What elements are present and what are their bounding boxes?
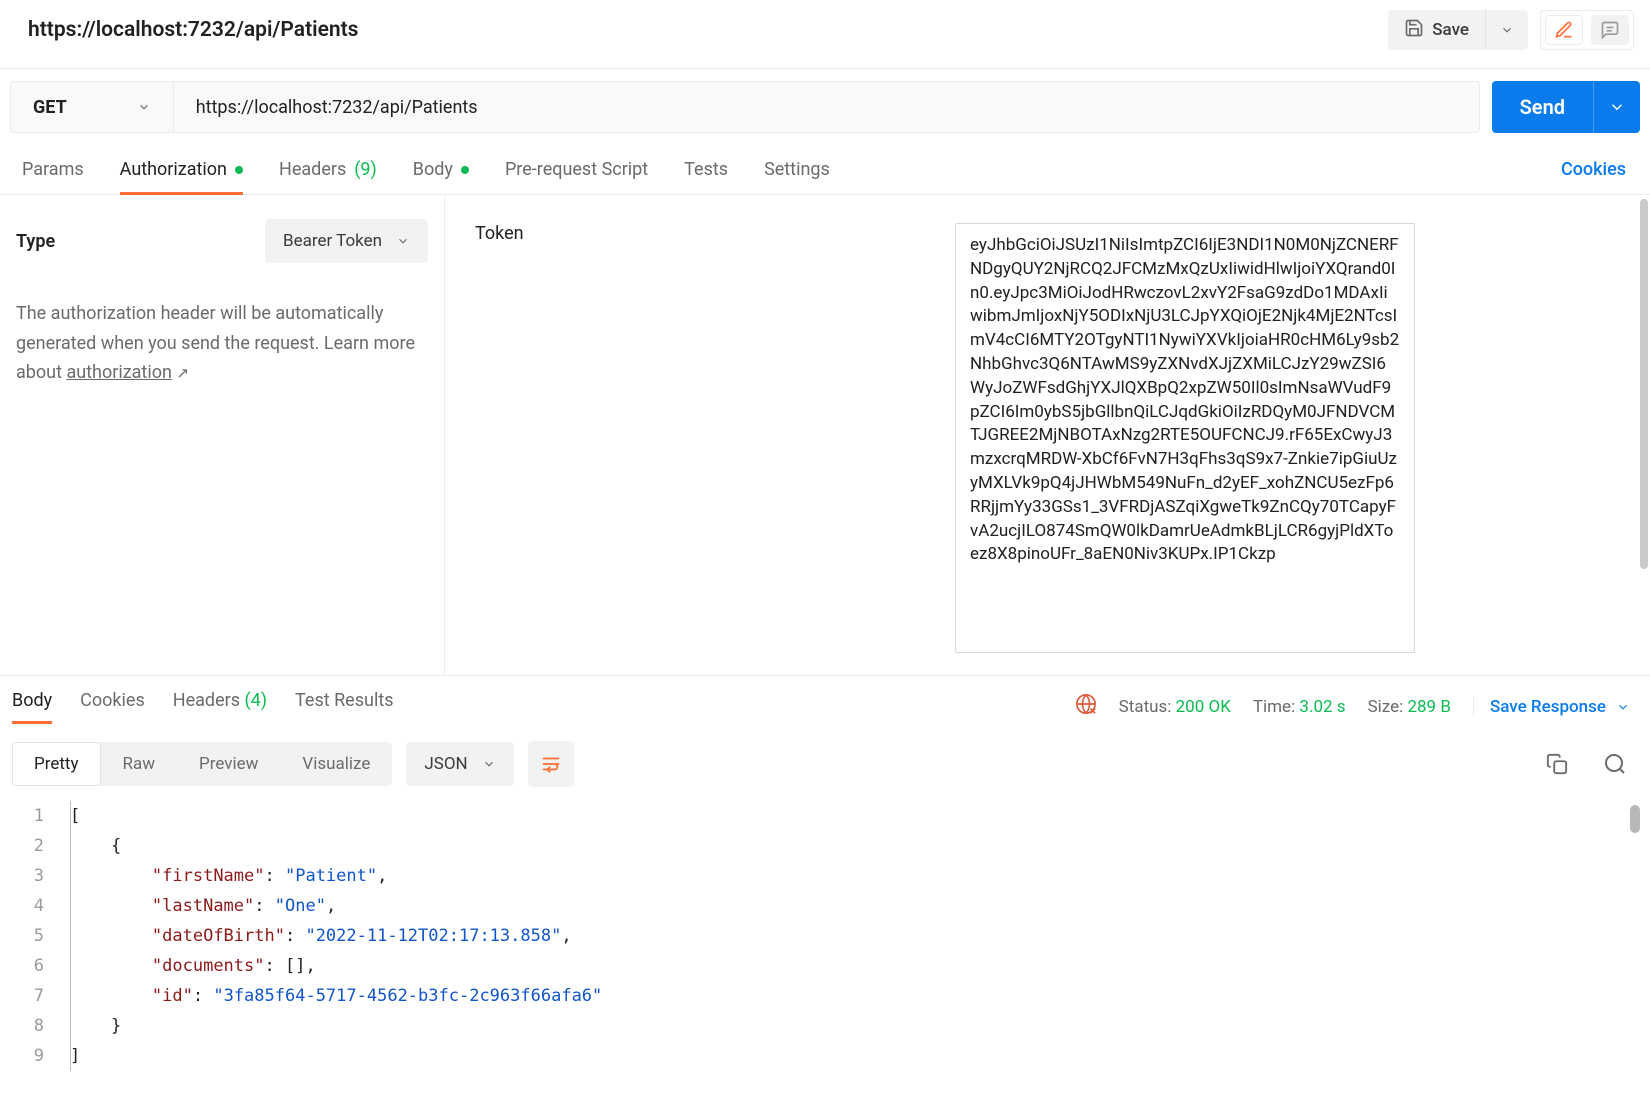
save-response-label: Save Response bbox=[1490, 697, 1606, 717]
cursor-caret bbox=[70, 801, 71, 1071]
tab-headers[interactable]: Headers (9) bbox=[279, 145, 377, 194]
send-options-chevron[interactable] bbox=[1593, 81, 1640, 133]
code-l6-key: "documents" bbox=[152, 956, 265, 976]
status-meta: Status: 200 OK bbox=[1119, 697, 1231, 717]
modified-dot-icon bbox=[235, 166, 243, 174]
headers-count: (9) bbox=[354, 159, 377, 180]
response-format-value: JSON bbox=[424, 754, 467, 774]
code-l9: ] bbox=[70, 1046, 80, 1066]
auth-help-link[interactable]: authorization bbox=[66, 362, 171, 383]
request-tabs: Params Authorization Headers (9) Body Pr… bbox=[22, 145, 830, 194]
view-raw[interactable]: Raw bbox=[101, 742, 178, 786]
resp-tab-headers-label: Headers bbox=[173, 690, 240, 711]
tab-body[interactable]: Body bbox=[413, 145, 469, 194]
code-l3-val: "Patient" bbox=[285, 866, 377, 886]
code-l5-val: "2022-11-12T02:17:13.858" bbox=[305, 926, 561, 946]
response-body-code[interactable]: 123456789 [ { "firstName": "Patient", "l… bbox=[0, 797, 1650, 1071]
resp-tab-cookies[interactable]: Cookies bbox=[80, 690, 145, 723]
tab-prerequest[interactable]: Pre-request Script bbox=[505, 145, 648, 194]
tab-tests[interactable]: Tests bbox=[684, 145, 728, 194]
modified-dot-icon bbox=[461, 166, 469, 174]
save-button[interactable]: Save bbox=[1388, 10, 1485, 50]
resp-tab-testresults[interactable]: Test Results bbox=[295, 690, 393, 723]
code-l8: } bbox=[111, 1016, 121, 1036]
token-label: Token bbox=[475, 223, 915, 647]
response-format-select[interactable]: JSON bbox=[406, 742, 513, 786]
size-meta: Size: 289 B bbox=[1368, 697, 1451, 717]
auth-type-value: Bearer Token bbox=[283, 231, 382, 251]
save-label: Save bbox=[1432, 20, 1469, 40]
http-method-value: GET bbox=[33, 97, 67, 118]
tab-authorization-label: Authorization bbox=[120, 159, 227, 180]
network-icon bbox=[1075, 693, 1097, 720]
code-scrollbar[interactable] bbox=[1630, 805, 1640, 833]
tab-authorization[interactable]: Authorization bbox=[120, 145, 243, 194]
tab-body-label: Body bbox=[413, 159, 453, 180]
resp-tab-headers[interactable]: Headers (4) bbox=[173, 690, 267, 723]
line-gutter: 123456789 bbox=[0, 801, 60, 1071]
save-icon bbox=[1404, 18, 1424, 43]
search-response-button[interactable] bbox=[1600, 749, 1630, 779]
external-link-icon: ↗ bbox=[176, 364, 189, 382]
response-meta: Status: 200 OK Time: 3.02 s Size: 289 B … bbox=[1075, 693, 1630, 720]
url-input[interactable]: https://localhost:7232/api/Patients bbox=[174, 82, 1479, 132]
token-input[interactable] bbox=[955, 223, 1415, 653]
copy-response-button[interactable] bbox=[1542, 749, 1572, 779]
http-method-select[interactable]: GET bbox=[11, 82, 174, 132]
code-l3-key: "firstName" bbox=[152, 866, 265, 886]
send-button[interactable]: Send bbox=[1492, 81, 1593, 133]
send-button-group: Send bbox=[1492, 81, 1640, 133]
code-l6-val: [] bbox=[285, 956, 305, 976]
tab-headers-label: Headers bbox=[279, 159, 346, 180]
auth-help-text: The authorization header will be automat… bbox=[16, 299, 428, 388]
time-meta: Time: 3.02 s bbox=[1253, 697, 1346, 717]
tab-settings[interactable]: Settings bbox=[764, 145, 830, 194]
code-l4-val: "One" bbox=[275, 896, 326, 916]
panel-scrollbar[interactable] bbox=[1640, 199, 1648, 569]
save-options-chevron[interactable] bbox=[1485, 10, 1528, 50]
comments-button[interactable] bbox=[1591, 15, 1629, 45]
view-segmented: Pretty Raw Preview Visualize bbox=[12, 742, 392, 786]
auth-type-label: Type bbox=[16, 231, 55, 252]
code-l5-key: "dateOfBirth" bbox=[152, 926, 285, 946]
resp-tab-body[interactable]: Body bbox=[12, 690, 52, 723]
code-l7-key: "id" bbox=[152, 986, 193, 1006]
wrap-lines-button[interactable] bbox=[528, 741, 574, 787]
request-title: https://localhost:7232/api/Patients bbox=[28, 18, 358, 42]
extra-actions bbox=[1540, 10, 1634, 50]
view-preview[interactable]: Preview bbox=[177, 742, 280, 786]
code-l4-key: "lastName" bbox=[152, 896, 254, 916]
view-pretty[interactable]: Pretty bbox=[12, 742, 101, 786]
save-button-group: Save bbox=[1388, 10, 1528, 50]
resp-headers-count: (4) bbox=[244, 690, 267, 711]
code-l7-val: "3fa85f64-5717-4562-b3fc-2c963f66afa6" bbox=[213, 986, 602, 1006]
code-l2: { bbox=[111, 836, 121, 856]
view-visualize[interactable]: Visualize bbox=[280, 742, 392, 786]
cookies-link[interactable]: Cookies bbox=[1561, 159, 1626, 180]
response-tabs: Body Cookies Headers (4) Test Results bbox=[12, 690, 394, 723]
request-url-bar: GET https://localhost:7232/api/Patients bbox=[10, 81, 1480, 133]
edit-button[interactable] bbox=[1545, 15, 1583, 45]
auth-type-select[interactable]: Bearer Token bbox=[265, 219, 428, 263]
tab-params[interactable]: Params bbox=[22, 145, 84, 194]
code-l1: [ bbox=[70, 806, 80, 826]
save-response-button[interactable]: Save Response bbox=[1473, 697, 1630, 717]
